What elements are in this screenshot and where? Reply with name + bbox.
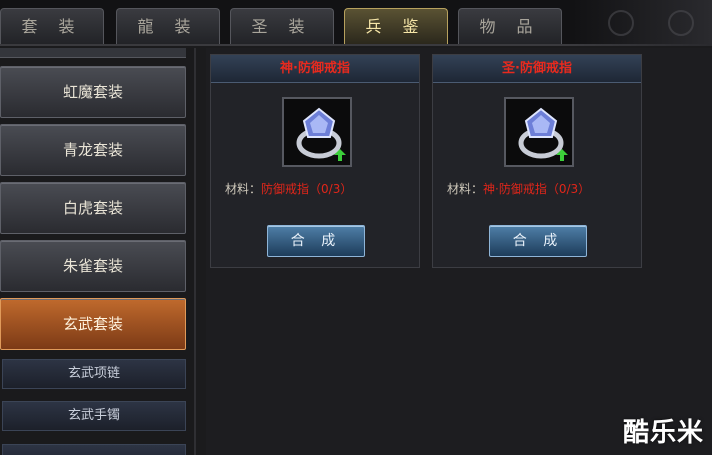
recipe-card: 神·防御戒指 材料：防御戒指（0/3） 合 成	[210, 54, 420, 268]
green-up-arrow-icon	[334, 149, 346, 161]
materials-requirement: 神·防御戒指（0/3）	[483, 182, 591, 196]
green-up-arrow-icon	[556, 149, 568, 161]
deco-ring-icon	[608, 10, 634, 36]
corner-decoration	[572, 0, 712, 46]
sub-item-partial[interactable]	[2, 444, 186, 455]
materials-line: 材料：神·防御戒指（0/3）	[447, 180, 637, 197]
materials-label: 材料：	[447, 182, 484, 196]
materials-label: 材料：	[225, 182, 262, 196]
recipe-card: 圣·防御戒指 材料：神·防御戒指（0/3） 合 成	[432, 54, 642, 268]
materials-requirement: 防御戒指（0/3）	[261, 182, 353, 196]
set-button-qinglong[interactable]: 青龙套装	[0, 124, 186, 176]
set-list: 虹魔套装 青龙套装 白虎套装 朱雀套装 玄武套装 玄武项链 玄武手镯	[0, 48, 196, 455]
recipe-title: 圣·防御戒指	[433, 55, 641, 83]
item-slot[interactable]	[282, 97, 352, 167]
deco-ring-icon	[668, 10, 694, 36]
tab-weapon-guide[interactable]: 兵 鉴	[344, 8, 448, 44]
set-button-xuanwu[interactable]: 玄武套装	[0, 298, 186, 350]
tab-holy-gear[interactable]: 圣 装	[230, 8, 334, 44]
tab-bar: 套 装 龍 装 圣 装 兵 鉴 物 品	[0, 0, 712, 46]
watermark-logo: 酷乐米	[622, 418, 704, 448]
recipe-title: 神·防御戒指	[211, 55, 419, 83]
list-scroll-stub	[0, 48, 186, 58]
tab-dragon-gear[interactable]: 龍 装	[116, 8, 220, 44]
materials-line: 材料：防御戒指（0/3）	[225, 180, 415, 197]
set-button-zhuque[interactable]: 朱雀套装	[0, 240, 186, 292]
item-slot[interactable]	[504, 97, 574, 167]
tab-sets[interactable]: 套 装	[0, 8, 104, 44]
tab-items[interactable]: 物 品	[458, 8, 562, 44]
combine-button[interactable]: 合 成	[489, 225, 587, 257]
set-button-baihu[interactable]: 白虎套装	[0, 182, 186, 234]
sub-item-necklace[interactable]: 玄武项链	[2, 359, 186, 389]
set-button-hongmo[interactable]: 虹魔套装	[0, 66, 186, 118]
sub-item-bracelet[interactable]: 玄武手镯	[2, 401, 186, 431]
recipe-area: 神·防御戒指 材料：防御戒指（0/3） 合 成 圣·防御戒指 材料：神·防御戒指…	[206, 48, 712, 455]
combine-button[interactable]: 合 成	[267, 225, 365, 257]
